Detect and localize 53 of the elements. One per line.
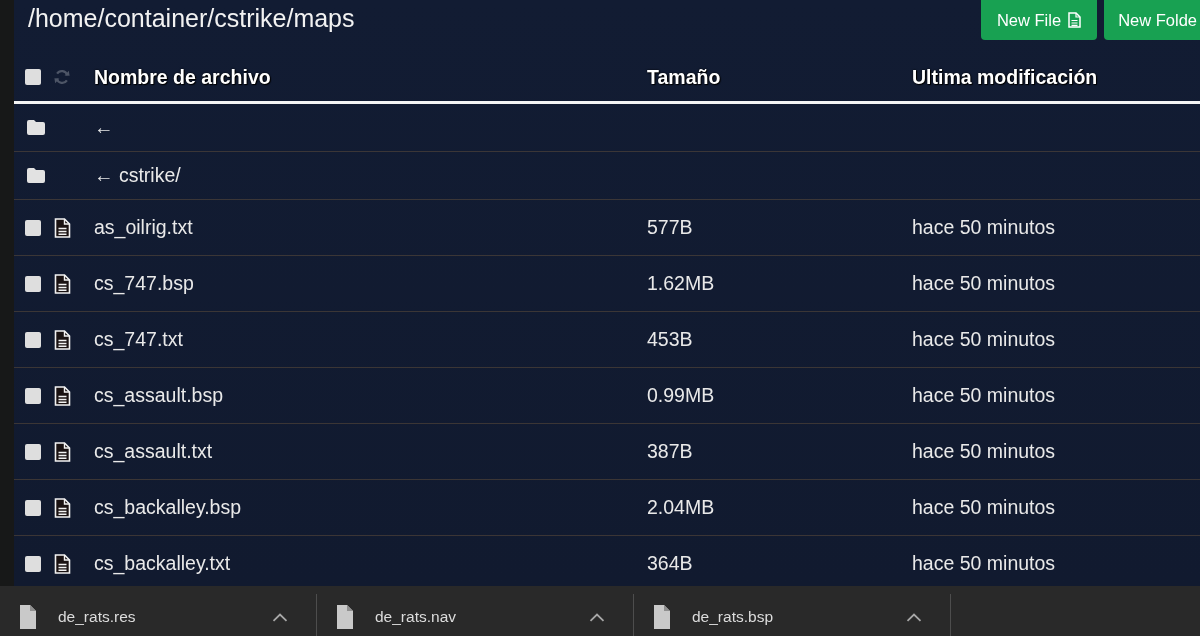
column-header: Nombre de archivo: [94, 65, 272, 89]
modified-time: hace 50 minutos: [912, 272, 1057, 295]
select-all-checkbox[interactable]: [25, 69, 41, 85]
file-name[interactable]: cs_backalley.bsp: [94, 496, 647, 519]
document-icon: [54, 273, 71, 294]
modified-time: hace 50 minutos: [912, 552, 1057, 575]
file-name[interactable]: cs_assault.bsp: [94, 384, 647, 407]
folder-link[interactable]: ←: [94, 116, 647, 139]
modified-time: hace 50 minutos: [912, 216, 1057, 239]
folder-icon: [27, 120, 45, 135]
file-size: 364B: [647, 552, 694, 575]
document-icon: [54, 497, 71, 518]
file-icon: [20, 605, 36, 629]
modified-time: hace 50 minutos: [912, 440, 1057, 463]
column-header: Tamaño: [647, 65, 722, 89]
file-size: 577B: [647, 216, 694, 239]
file-name[interactable]: cs_747.txt: [94, 328, 647, 351]
column-header: Ultima modificación: [912, 65, 1099, 89]
row-checkbox[interactable]: [25, 555, 41, 572]
download-name[interactable]: de_rats.res: [58, 608, 136, 626]
file-size: 453B: [647, 328, 694, 351]
row-checkbox[interactable]: [25, 219, 41, 236]
row-checkbox[interactable]: [25, 443, 41, 460]
directory-path: /home/container/cstrike/maps: [27, 3, 355, 34]
file-name[interactable]: cs_assault.txt: [94, 440, 647, 463]
caret-up-icon[interactable]: [906, 612, 922, 622]
row-checkbox[interactable]: [25, 499, 41, 516]
document-icon: [54, 385, 71, 406]
folder-link[interactable]: ← cstrike/: [94, 164, 647, 187]
modified-time: hace 50 minutos: [912, 328, 1057, 351]
download-name[interactable]: de_rats.bsp: [692, 608, 773, 626]
caret-up-icon[interactable]: [589, 612, 605, 622]
file-size: 0.99MB: [647, 384, 716, 407]
download-name[interactable]: de_rats.nav: [375, 608, 456, 626]
caret-up-icon[interactable]: [272, 612, 288, 622]
file-name[interactable]: cs_747.bsp: [94, 272, 647, 295]
file-size: 1.62MB: [647, 272, 716, 295]
modified-time: hace 50 minutos: [912, 496, 1057, 519]
file-size: 387B: [647, 440, 694, 463]
document-icon: [54, 217, 71, 238]
file-icon: [654, 605, 670, 629]
modified-time: hace 50 minutos: [912, 384, 1057, 407]
file-name[interactable]: as_oilrig.txt: [94, 216, 647, 239]
folder-icon: [27, 168, 45, 183]
row-checkbox[interactable]: [25, 275, 41, 292]
document-icon: [54, 329, 71, 350]
file-icon: [337, 605, 353, 629]
file-size: 2.04MB: [647, 496, 716, 519]
row-checkbox[interactable]: [25, 387, 41, 404]
file-name[interactable]: cs_backalley.txt: [94, 552, 647, 575]
row-checkbox[interactable]: [25, 331, 41, 348]
document-icon: [54, 553, 71, 574]
document-icon: [54, 441, 71, 462]
